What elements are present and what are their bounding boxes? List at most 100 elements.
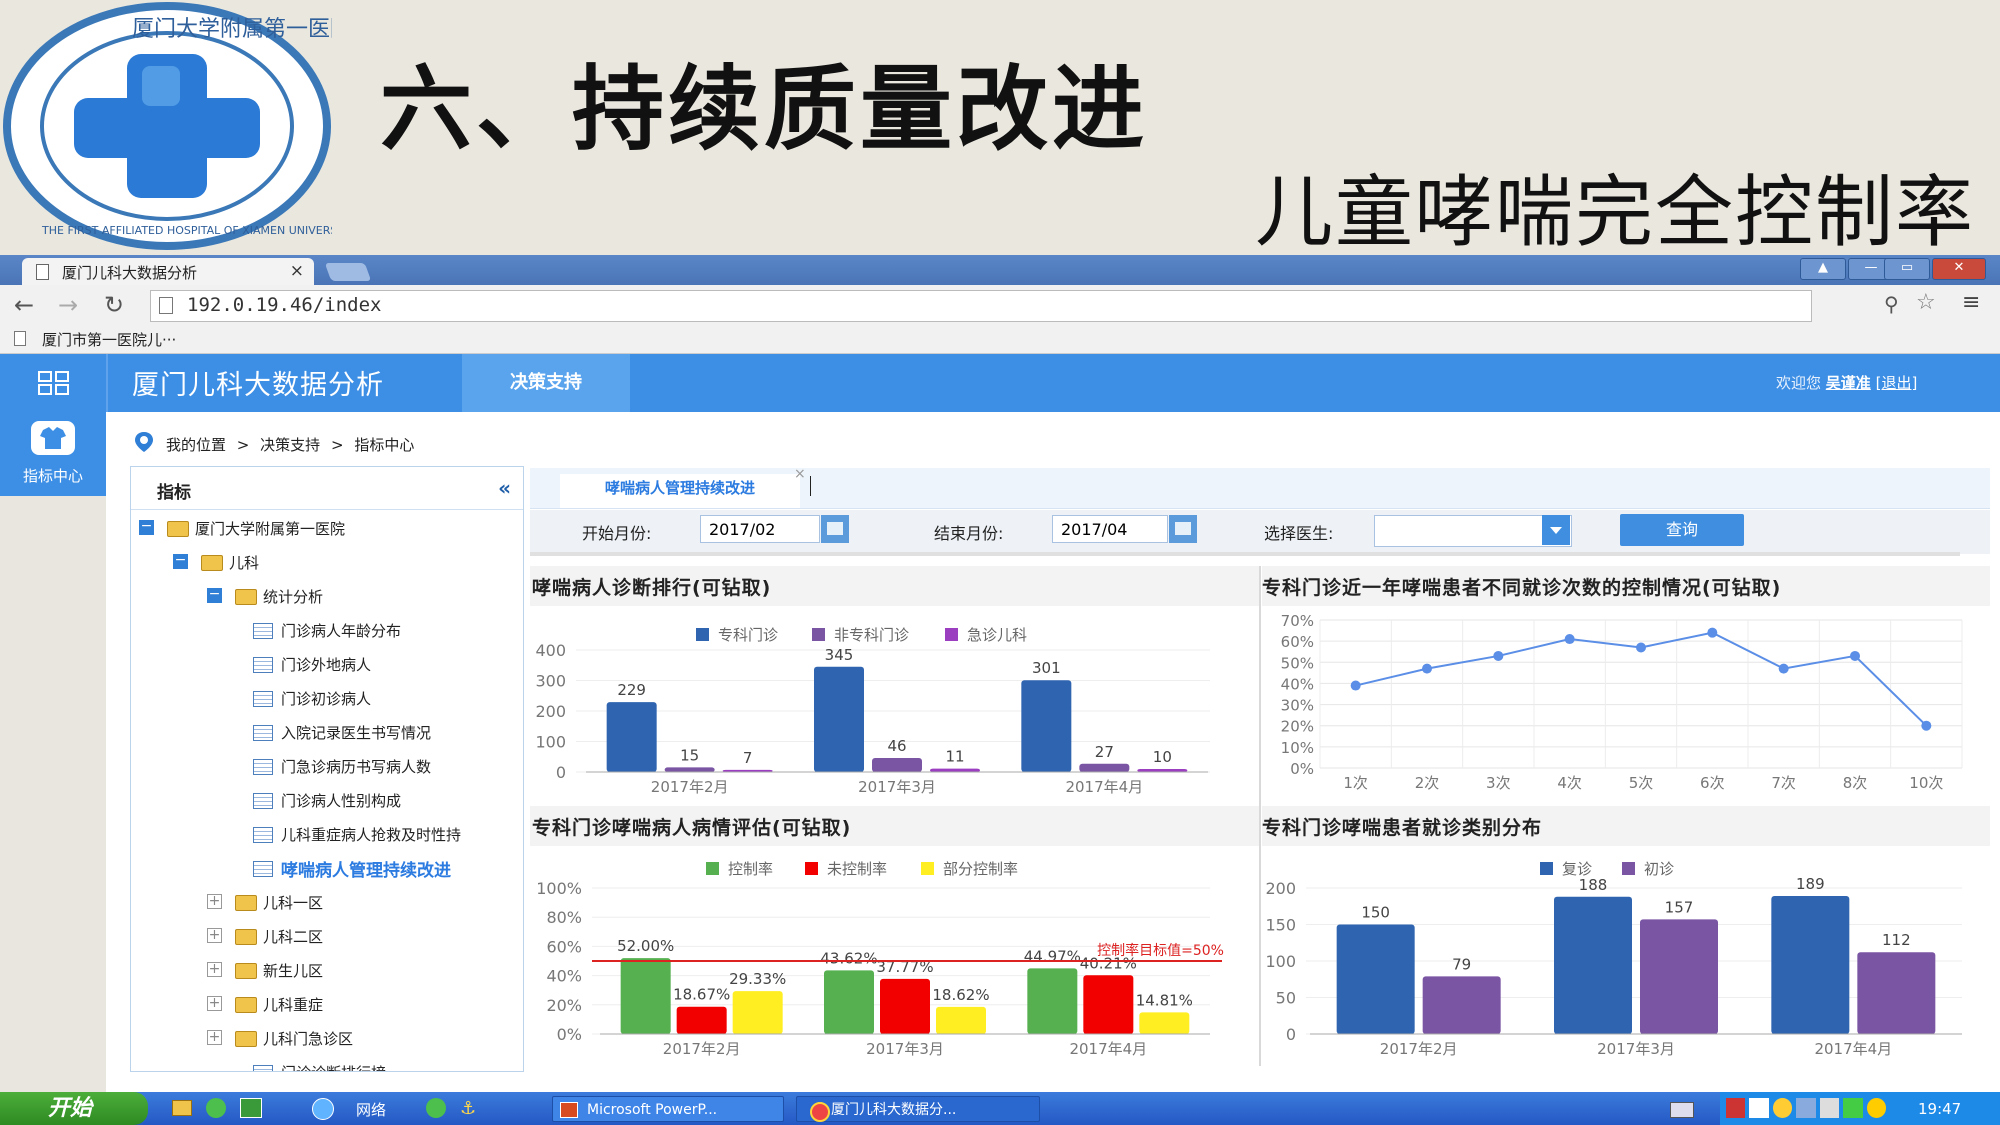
calendar-icon[interactable] [821,515,849,543]
back-icon[interactable]: ← [14,291,34,319]
expand-icon[interactable]: + [207,1030,222,1045]
logout-link[interactable]: [退出] [1876,374,1918,392]
close-window-button[interactable]: ✕ [1932,258,1986,280]
breadcrumb-separator: > [330,436,344,454]
star-icon[interactable]: ☆ [1916,290,1936,315]
ime-icon[interactable] [1749,1098,1769,1118]
browser-icon[interactable] [206,1098,226,1118]
calendar-icon[interactable] [1169,515,1197,543]
chart-title-visit-control[interactable]: 专科门诊近一年哮喘患者不同就诊次数的控制情况(可钻取) [1262,573,1781,600]
legend-swatch [1540,862,1553,875]
expand-icon[interactable]: + [207,894,222,909]
network-icon[interactable] [1796,1098,1816,1118]
browser-tab[interactable]: 厦门儿科大数据分析 × [22,258,314,285]
welcome-area: 欢迎您 吴谨准 [退出] [1776,372,1917,393]
start-label: 开始 [48,1096,93,1121]
bar [620,958,671,1034]
user-icon[interactable]: ▲ [1800,258,1846,280]
query-button[interactable]: 查询 [1620,514,1744,546]
task-powerpoint[interactable]: Microsoft PowerP... [552,1096,784,1122]
forward-icon[interactable]: → [58,291,78,319]
legend-label: 初诊 [1644,860,1674,878]
bookmark-item[interactable]: 厦门市第一医院儿··· [42,329,176,350]
start-button[interactable]: 开始 [0,1092,148,1125]
tree-item-label: 门诊病人性别构成 [281,792,402,810]
y-tick-label: 0 [1286,1025,1296,1044]
expand-icon[interactable]: + [207,928,222,943]
update-icon[interactable] [1866,1098,1886,1118]
bar [1422,976,1501,1034]
data-label: 79 [1452,955,1471,973]
data-point [1778,663,1789,674]
tray-app-icon[interactable] [1772,1098,1793,1118]
folder-icon[interactable] [172,1100,192,1116]
flag-icon[interactable] [1726,1098,1746,1118]
desktop-icon[interactable] [240,1098,262,1118]
new-tab-button[interactable] [324,263,372,281]
data-label: 43.62% [820,949,877,967]
bar [814,666,864,772]
url-input[interactable]: 192.0.19.46/index [150,290,1812,322]
side-nav-label: 指标中心 [22,467,83,485]
security-icon[interactable] [1843,1098,1863,1118]
task-browser[interactable]: 厦门儿科大数据分... [796,1096,1040,1122]
bar [1027,968,1078,1034]
browser-tab-title: 厦门儿科大数据分析 [62,264,198,282]
x-tick-label: 2017年3月 [858,778,936,796]
legend-label: 急诊儿科 [967,626,1027,644]
report-icon [253,725,273,741]
keyboard-icon[interactable] [1670,1102,1694,1118]
bar [1083,975,1134,1034]
tree-item-label: 儿科二区 [263,928,324,946]
collapse-icon[interactable]: − [207,587,222,603]
x-tick-label: 2017年4月 [1065,778,1143,796]
text-cursor [810,476,811,496]
collapse-icon[interactable]: − [139,519,154,535]
ie-icon[interactable] [312,1098,334,1120]
data-label: 27 [1095,743,1114,761]
filter-divider [530,552,1960,556]
tree-item-label: 儿科门急诊区 [263,1030,354,1048]
collapse-icon[interactable]: − [173,553,188,569]
y-tick-label: 50 [1276,989,1296,1008]
powerpoint-icon [560,1102,578,1118]
bar [1079,763,1130,772]
browser-icon[interactable] [426,1098,446,1118]
legend-swatch [1622,862,1635,875]
speaker-icon[interactable] [1819,1098,1840,1118]
tree-item-label: 厦门大学附属第一医院 [195,520,346,538]
chevron-down-icon[interactable] [1542,515,1570,545]
anchor-icon[interactable]: ⚓ [460,1098,480,1119]
chart-title-diagnosis-ranking[interactable]: 哮喘病人诊断排行(可钻取) [532,573,771,600]
close-tab-icon[interactable]: × [290,261,304,281]
start-month-input[interactable]: 2017/02 [700,515,820,543]
pin-icon[interactable]: ⚲ [1884,292,1899,316]
user-name-link[interactable]: 吴谨准 [1826,374,1871,392]
folder-icon [235,589,257,605]
bar [1021,680,1072,772]
network-label[interactable]: 网络 [356,1099,386,1120]
reload-icon[interactable]: ↻ [104,291,124,319]
y-tick-label: 100% [536,879,582,898]
data-point [1493,650,1504,661]
start-month-label: 开始月份: [582,524,652,543]
collapse-icon[interactable]: « [498,476,511,500]
x-tick-label: 10次 [1909,774,1943,792]
nav-decision-support[interactable]: 决策支持 [462,354,630,412]
menu-icon[interactable]: ≡ [1962,290,1980,315]
chart-visit-type: 复诊 初诊050100150200150792017年2月1881572017年3… [1265,860,1962,1058]
bookmark-bar: 厦门市第一医院儿··· [0,325,2000,354]
close-tab-icon[interactable]: × [794,466,806,482]
breadcrumb-indicator-center[interactable]: 指标中心 [354,436,414,454]
tab-asthma-management[interactable]: 哮喘病人管理持续改进 [560,474,800,508]
maximize-button[interactable]: ▭ [1884,258,1930,280]
chart-title-condition-assessment[interactable]: 专科门诊哮喘病人病情评估(可钻取) [532,813,851,840]
expand-icon[interactable]: + [207,996,222,1011]
data-label: 301 [1032,659,1061,677]
breadcrumb-decision[interactable]: 决策支持 [260,436,320,454]
expand-icon[interactable]: + [207,962,222,977]
x-tick-label: 6次 [1700,774,1725,792]
grid-menu-icon[interactable] [38,371,70,395]
end-month-input[interactable]: 2017/04 [1052,515,1168,543]
report-icon [253,827,273,843]
